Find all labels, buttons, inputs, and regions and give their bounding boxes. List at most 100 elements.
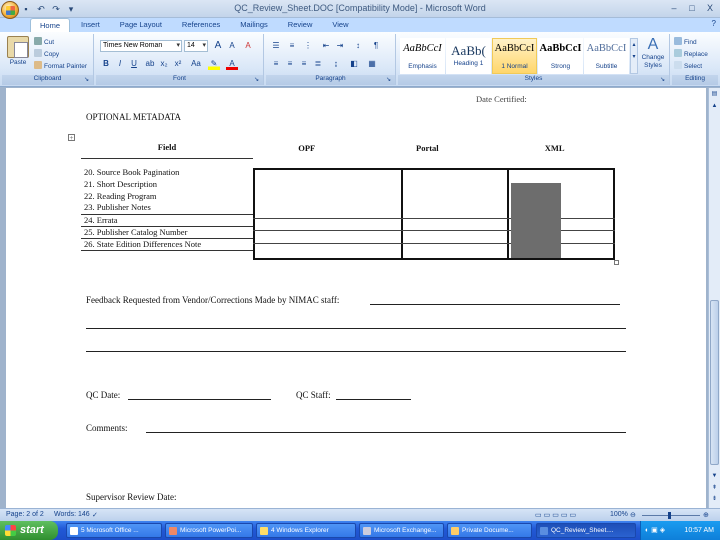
strikethrough-icon[interactable]: ab bbox=[144, 58, 156, 70]
align-center-icon[interactable]: ≡ bbox=[284, 58, 296, 70]
format-painter-button[interactable]: Format Painter bbox=[34, 61, 87, 71]
select-button[interactable]: Select bbox=[674, 61, 702, 71]
feedback-label: Feedback Requested from Vendor/Correctio… bbox=[86, 295, 340, 305]
table-resize-handle-icon[interactable] bbox=[614, 260, 619, 265]
minimize-button[interactable]: – bbox=[666, 2, 682, 14]
window-title: QC_Review_Sheet.DOC [Compatibility Mode]… bbox=[234, 3, 486, 13]
view-buttons[interactable]: ▭▭▭▭▭ bbox=[535, 511, 578, 519]
zoom-level[interactable]: 100% bbox=[610, 511, 628, 518]
window-controls: – □ X bbox=[666, 2, 718, 14]
superscript-icon[interactable]: x² bbox=[172, 58, 184, 70]
tab-mailings[interactable]: Mailings bbox=[231, 18, 277, 32]
show-formatting-button[interactable]: ¶ bbox=[370, 40, 382, 52]
table-move-handle-icon[interactable]: + bbox=[68, 134, 75, 142]
word-count[interactable]: Words: 146 bbox=[54, 511, 90, 518]
font-dialog-launcher[interactable]: ↘ bbox=[254, 77, 261, 84]
scroll-thumb[interactable] bbox=[710, 300, 719, 465]
shrink-font-button[interactable]: A bbox=[226, 40, 238, 52]
clipboard-dialog-launcher[interactable]: ↘ bbox=[84, 77, 91, 84]
clock[interactable]: 10:57 AM bbox=[684, 527, 714, 534]
subscript-icon[interactable]: x₂ bbox=[158, 58, 170, 70]
task-private-documents[interactable]: Private Docume... bbox=[447, 523, 532, 538]
grow-font-button[interactable]: A bbox=[212, 40, 224, 52]
system-tray: ◐ ▣ ◈ 10:57 AM bbox=[640, 521, 720, 540]
decrease-indent-icon[interactable]: ⇤ bbox=[320, 40, 332, 52]
style-sample: AaBbCcI bbox=[403, 43, 442, 54]
row-label: 20. Source Book Pagination bbox=[84, 166, 180, 177]
task-explorer[interactable]: 4 Windows Explorer bbox=[256, 523, 356, 538]
tab-references[interactable]: References bbox=[173, 18, 229, 32]
style-strong[interactable]: AaBbCcI Strong bbox=[538, 38, 583, 74]
close-button[interactable]: X bbox=[702, 2, 718, 14]
paste-label: Paste bbox=[9, 59, 27, 66]
style-emphasis[interactable]: AaBbCcI Emphasis bbox=[400, 38, 445, 74]
proofing-icon[interactable]: ✓ bbox=[92, 511, 98, 519]
justify-icon[interactable]: ≣ bbox=[312, 58, 324, 70]
sort-icon[interactable]: ↕ bbox=[352, 40, 364, 52]
style-normal[interactable]: AaBbCcI 1 Normal bbox=[492, 38, 537, 74]
task-label: Microsoft PowerPoi... bbox=[180, 527, 242, 534]
tray-icons[interactable]: ◐ ▣ ◈ bbox=[641, 521, 665, 540]
task-powerpoint[interactable]: Microsoft PowerPoi... bbox=[165, 523, 253, 538]
bullets-icon[interactable]: ☰ bbox=[270, 40, 282, 52]
font-size-combo[interactable]: 14 bbox=[184, 40, 208, 52]
zoom-slider[interactable] bbox=[642, 515, 700, 516]
bold-button[interactable]: B bbox=[100, 58, 112, 70]
scroll-down-icon[interactable]: ▼ bbox=[710, 472, 719, 481]
table-header-row: Field OPF Portal XML bbox=[81, 138, 615, 158]
task-office[interactable]: 5 Microsoft Office ... bbox=[66, 523, 162, 538]
styles-dialog-launcher[interactable]: ↘ bbox=[660, 77, 667, 84]
change-styles-button[interactable]: A Change Styles bbox=[638, 36, 668, 70]
maximize-button[interactable]: □ bbox=[684, 2, 700, 14]
row-label: 22. Reading Program bbox=[84, 190, 157, 201]
help-icon[interactable]: ? bbox=[712, 19, 716, 28]
cut-button[interactable]: Cut bbox=[34, 37, 54, 47]
task-exchange[interactable]: Microsoft Exchange... bbox=[359, 523, 444, 538]
tab-insert[interactable]: Insert bbox=[72, 18, 109, 32]
align-right-icon[interactable]: ≡ bbox=[298, 58, 310, 70]
change-case-icon[interactable]: Aa bbox=[190, 58, 202, 70]
zoom-slider-thumb[interactable] bbox=[668, 512, 671, 519]
font-color-icon[interactable]: A bbox=[226, 58, 238, 70]
prev-page-icon[interactable]: ⇞ bbox=[710, 484, 719, 493]
zoom-in-icon[interactable]: ⊕ bbox=[703, 511, 709, 519]
tab-review[interactable]: Review bbox=[279, 18, 322, 32]
style-subtitle[interactable]: AaBbCcI Subtitle bbox=[584, 38, 629, 74]
style-heading-1[interactable]: AaBb( Heading 1 bbox=[446, 38, 491, 74]
italic-button[interactable]: I bbox=[114, 58, 126, 70]
copy-button[interactable]: Copy bbox=[34, 49, 59, 59]
next-page-icon[interactable]: ⇟ bbox=[710, 495, 719, 504]
tab-home[interactable]: Home bbox=[30, 18, 71, 32]
document-page[interactable]: Date Certified: OPTIONAL METADATA + Fiel… bbox=[6, 88, 706, 508]
styles-gallery-scroll[interactable]: ▴ ▾ bbox=[630, 38, 638, 74]
start-button[interactable]: start bbox=[0, 521, 58, 540]
replace-button[interactable]: Replace bbox=[674, 49, 708, 59]
task-word-document[interactable]: QC_Review_Sheet.... bbox=[536, 523, 636, 538]
line-spacing-icon[interactable]: ↨ bbox=[330, 58, 342, 70]
clear-formatting-button[interactable]: A bbox=[242, 40, 254, 52]
paste-button[interactable]: Paste bbox=[5, 36, 31, 67]
feedback-line bbox=[86, 351, 626, 352]
shading-icon[interactable]: ◧ bbox=[348, 58, 360, 70]
underline-button[interactable]: U bbox=[128, 58, 140, 70]
multilevel-list-icon[interactable]: ⋮ bbox=[302, 40, 314, 52]
row-label: 26. State Edition Differences Note bbox=[81, 238, 253, 251]
borders-icon[interactable]: ▦ bbox=[366, 58, 378, 70]
font-group: Times New Roman 14 A A A B I U ab x₂ x² … bbox=[96, 34, 264, 85]
date-certified-label: Date Certified: bbox=[476, 94, 527, 104]
page-count[interactable]: Page: 2 of 2 bbox=[6, 511, 44, 518]
ruler-toggle-icon[interactable]: ▤ bbox=[710, 90, 719, 99]
tab-page-layout[interactable]: Page Layout bbox=[111, 18, 171, 32]
align-left-icon[interactable]: ≡ bbox=[270, 58, 282, 70]
font-name-combo[interactable]: Times New Roman bbox=[100, 40, 182, 52]
find-button[interactable]: Find bbox=[674, 37, 697, 47]
numbering-icon[interactable]: ≡ bbox=[286, 40, 298, 52]
scroll-up-icon[interactable]: ▲ bbox=[710, 102, 719, 111]
highlight-icon[interactable]: ✎ bbox=[208, 58, 220, 70]
increase-indent-icon[interactable]: ⇥ bbox=[334, 40, 346, 52]
office-button[interactable] bbox=[1, 1, 19, 19]
paragraph-dialog-launcher[interactable]: ↘ bbox=[386, 77, 393, 84]
zoom-out-icon[interactable]: ⊖ bbox=[630, 511, 636, 519]
tab-view[interactable]: View bbox=[323, 18, 357, 32]
vertical-scrollbar[interactable]: ▤ ▲ ▼ ⇞ ⇟ bbox=[708, 88, 720, 508]
